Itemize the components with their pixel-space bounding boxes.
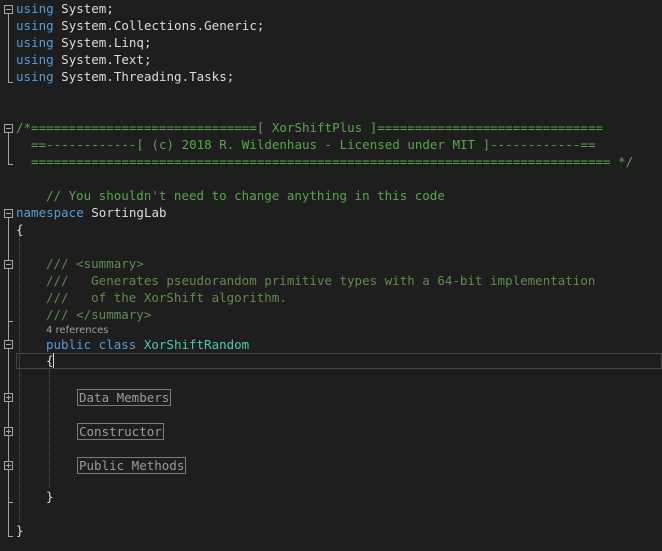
using-namespace: System.Threading.Tasks; — [61, 69, 235, 84]
using-namespace: System; — [61, 1, 114, 16]
outline-usings-end — [8, 82, 13, 83]
header-comment-line-2: ==------------[ (c) 2018 R. Wildenhaus -… — [16, 137, 596, 152]
note-comment: // You shouldn't need to change anything… — [46, 188, 445, 203]
code-line-using-3: using System.Linq; — [16, 34, 151, 51]
outline-namespace-line-2 — [8, 322, 9, 340]
code-editor[interactable]: using System; using System.Collections.G… — [0, 0, 662, 551]
current-line-highlight — [16, 353, 662, 369]
collapse-namespace-icon[interactable] — [4, 209, 13, 218]
outline-header-line — [8, 133, 9, 164]
outline-namespace-line-3 — [8, 503, 9, 536]
region-constructor[interactable]: Constructor — [77, 423, 164, 440]
outline-class-line — [8, 349, 9, 394]
class-declaration: public class XorShiftRandom — [46, 336, 249, 353]
outline-summary-line — [8, 269, 9, 321]
outline-usings-line — [8, 14, 9, 82]
header-comment-line-1: /*==============================[ XorShi… — [16, 120, 603, 135]
code-line-using-1: using System; — [16, 0, 114, 17]
keyword-using: using — [16, 1, 54, 16]
header-comment-line-3: ========================================… — [16, 154, 634, 169]
collapse-summary-icon[interactable] — [4, 260, 13, 269]
doc-comment-line-2: /// Generates pseudorandom primitive typ… — [46, 273, 596, 288]
expand-region-public-methods-icon[interactable] — [4, 461, 13, 470]
keyword-using: using — [16, 35, 54, 50]
class-name: XorShiftRandom — [143, 337, 250, 352]
keyword-using: using — [16, 69, 54, 84]
outline-class-line-3 — [8, 436, 9, 461]
namespace-declaration: namespace SortingLab — [16, 204, 167, 221]
namespace-open-brace: { — [16, 222, 24, 237]
expand-region-constructor-icon[interactable] — [4, 427, 13, 436]
code-line-using-5: using System.Threading.Tasks; — [16, 68, 234, 85]
doc-comment-line-3: /// of the XorShift algorithm. — [46, 290, 287, 305]
doc-comment-line-4: /// </summary> — [46, 307, 152, 322]
code-line-using-4: using System.Text; — [16, 51, 151, 68]
indent-guide-namespace — [19, 236, 20, 522]
text-caret — [53, 353, 54, 368]
outline-namespace-end — [8, 536, 13, 537]
outline-class-line-4 — [8, 470, 9, 502]
class-close-brace: } — [46, 489, 54, 504]
doc-comment-line-1: /// <summary> — [46, 256, 144, 271]
code-line-using-2: using System.Collections.Generic; — [16, 17, 264, 34]
expand-region-data-members-icon[interactable] — [4, 393, 13, 402]
keyword-public-class: public class — [46, 337, 137, 352]
namespace-close-brace: } — [16, 523, 24, 538]
collapse-class-icon[interactable] — [4, 340, 13, 349]
keyword-using: using — [16, 18, 54, 33]
outline-namespace-line — [8, 218, 9, 260]
outline-class-line-2 — [8, 402, 9, 427]
indent-guide-class — [49, 370, 50, 488]
using-namespace: System.Text; — [61, 52, 152, 67]
using-namespace: System.Collections.Generic; — [61, 18, 265, 33]
using-namespace: System.Linq; — [61, 35, 152, 50]
namespace-name: SortingLab — [91, 205, 167, 220]
keyword-namespace: namespace — [16, 205, 84, 220]
outline-header-end — [8, 164, 13, 165]
region-public-methods[interactable]: Public Methods — [77, 457, 187, 474]
collapse-usings-icon[interactable] — [4, 5, 13, 14]
keyword-using: using — [16, 52, 54, 67]
region-data-members[interactable]: Data Members — [77, 389, 172, 406]
collapse-header-comment-icon[interactable] — [4, 124, 13, 133]
